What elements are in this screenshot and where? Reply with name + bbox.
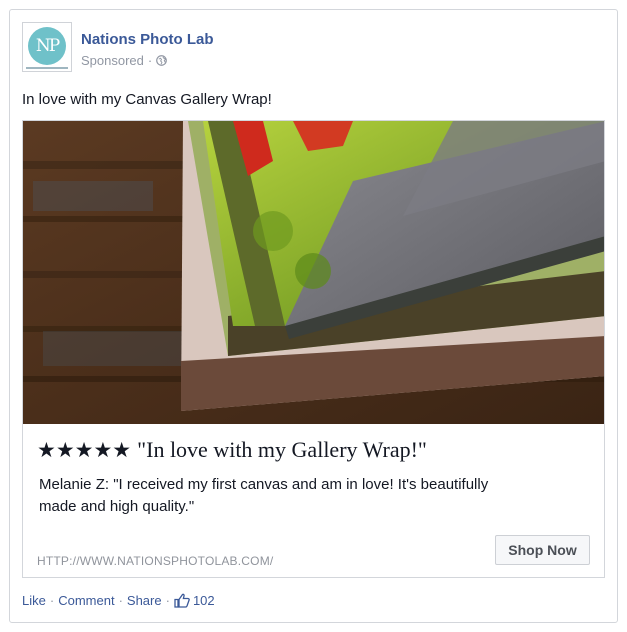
canvas-gallery-wrap-photo[interactable] [23, 121, 605, 424]
separator: · [118, 593, 123, 608]
separator: · [49, 593, 55, 608]
display-url[interactable]: HTTP://WWW.NATIONSPHOTOLAB.COM/ [37, 554, 273, 568]
comment-link[interactable]: Comment [58, 593, 114, 608]
post-text: In love with my Canvas Gallery Wrap! [22, 91, 272, 108]
shop-now-button[interactable]: Shop Now [495, 535, 590, 565]
page-name-link[interactable]: Nations Photo Lab [81, 31, 214, 48]
sponsored-label: Sponsored [81, 53, 144, 68]
logo-underline [26, 67, 68, 69]
post-actions: Like · Comment · Share · 102 [22, 593, 215, 608]
rating-stars: ★★★★★ [37, 438, 132, 462]
page-logo: NP [28, 27, 66, 65]
ad-headline[interactable]: ★★★★★ "In love with my Gallery Wrap!" [37, 437, 427, 463]
dot-separator: · [147, 53, 153, 68]
sponsored-post-card: NP Nations Photo Lab Sponsored · In love… [9, 9, 618, 623]
thumbs-up-icon[interactable] [174, 593, 190, 608]
sponsored-row: Sponsored · [81, 53, 168, 68]
share-link[interactable]: Share [127, 593, 162, 608]
globe-icon[interactable] [156, 55, 168, 66]
page-avatar[interactable]: NP [22, 22, 72, 72]
link-attachment[interactable]: ★★★★★ "In love with my Gallery Wrap!" Me… [22, 120, 605, 578]
like-link[interactable]: Like [22, 593, 46, 608]
separator: · [165, 593, 170, 608]
ad-description: Melanie Z: "I received my first canvas a… [39, 476, 489, 515]
like-count[interactable]: 102 [193, 593, 215, 608]
headline-text: "In love with my Gallery Wrap!" [137, 437, 427, 462]
